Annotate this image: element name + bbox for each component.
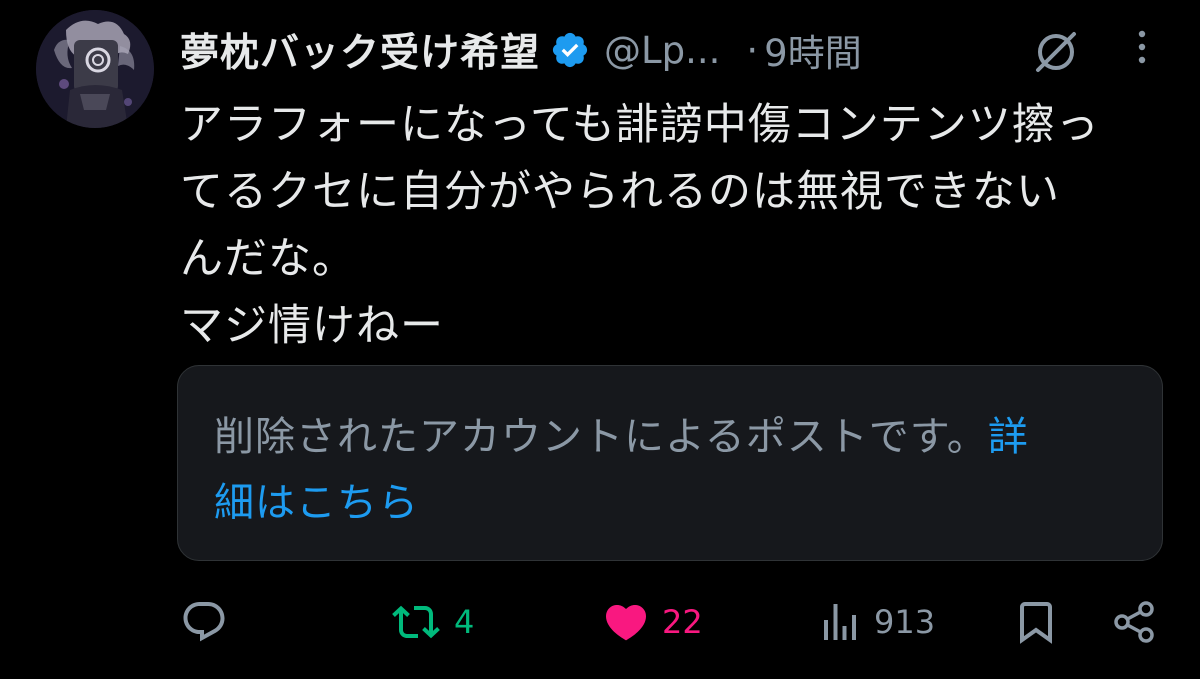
author-display-name[interactable]: 夢枕バック受け希望	[180, 22, 540, 78]
verified-badge-icon[interactable]	[550, 30, 590, 70]
reply-icon	[183, 602, 225, 642]
header-separator: ·	[746, 28, 759, 72]
like-count: 22	[662, 603, 703, 641]
avatar-image	[36, 10, 154, 128]
author-handle[interactable]: @Lp...	[604, 29, 720, 72]
share-button[interactable]	[1110, 592, 1158, 652]
bookmark-icon	[1020, 602, 1052, 644]
share-icon	[1114, 601, 1154, 643]
grok-icon[interactable]	[1030, 26, 1082, 78]
avatar[interactable]	[36, 10, 154, 128]
quote-card-deleted[interactable]: 削除されたアカウントによるポストです。詳 細はこちら	[177, 365, 1163, 561]
like-button[interactable]: 22	[600, 592, 703, 652]
tweet-text: アラフォーになっても誹謗中傷コンテンツ擦っ てるクセに自分がやられるのは無視でき…	[180, 100, 1100, 351]
reply-button[interactable]	[180, 592, 238, 652]
tweet-timestamp[interactable]: 9時間	[764, 23, 862, 77]
retweet-button[interactable]: 4	[388, 592, 474, 652]
more-vertical-icon[interactable]	[1130, 26, 1154, 70]
tweet[interactable]: 夢枕バック受け希望 @Lp... · 9時間 アラフォーになっても誹謗中傷コンテ…	[0, 0, 1200, 679]
views-button[interactable]: 913	[816, 592, 935, 652]
retweet-icon	[392, 605, 440, 639]
action-bar: 4 22 913	[0, 592, 1200, 652]
views-count: 913	[874, 603, 936, 641]
bookmark-button[interactable]	[1012, 592, 1060, 652]
analytics-icon	[824, 604, 856, 640]
heart-icon	[605, 605, 647, 641]
retweet-count: 4	[454, 603, 475, 641]
quote-message: 削除されたアカウントによるポストです。詳 細はこちら	[214, 404, 1114, 536]
quote-deleted-notice: 削除されたアカウントによるポストです。	[214, 414, 988, 460]
